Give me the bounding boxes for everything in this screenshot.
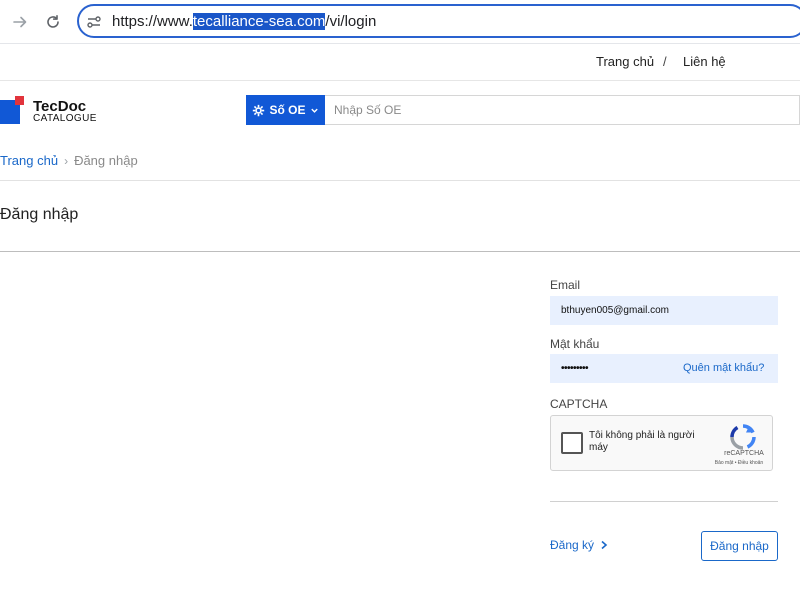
captcha-terms[interactable]: Bảo mật • Điều khoản xyxy=(706,460,772,466)
captcha-brand: reCAPTCHA xyxy=(724,450,764,457)
oe-search-input[interactable] xyxy=(325,95,800,125)
captcha-text: Tôi không phải là người máy xyxy=(589,430,695,453)
url-domain-selected: tecalliance-sea.com xyxy=(192,13,326,30)
register-label: Đăng ký xyxy=(550,538,595,552)
gear-icon xyxy=(253,104,265,116)
topnav-contact-link[interactable]: Liên hệ xyxy=(683,54,726,69)
email-field[interactable] xyxy=(550,296,778,325)
chevron-down-icon xyxy=(310,108,318,113)
top-navigation: Trang chủ / Liên hệ xyxy=(0,44,800,81)
password-label: Mật khẩu xyxy=(550,337,600,351)
breadcrumb-current: Đăng nhập xyxy=(74,153,138,168)
password-masked-value: ••••••••• xyxy=(561,363,589,374)
url-path: /vi/login xyxy=(325,13,377,30)
email-label: Email xyxy=(550,278,581,292)
recaptcha-widget: Tôi không phải là người máy reCAPTCHA Bả… xyxy=(550,415,773,471)
divider xyxy=(0,251,800,252)
divider xyxy=(550,501,778,502)
breadcrumb-home-link[interactable]: Trang chủ xyxy=(0,153,58,168)
captcha-checkbox[interactable] xyxy=(561,432,583,454)
login-button[interactable]: Đăng nhập xyxy=(701,531,778,561)
reload-icon[interactable] xyxy=(39,8,67,36)
forgot-password-link[interactable]: Quên mật khẩu? xyxy=(683,362,764,374)
recaptcha-icon xyxy=(729,423,757,451)
captcha-label: CAPTCHA xyxy=(550,397,608,411)
register-link[interactable]: Đăng ký xyxy=(550,538,608,552)
breadcrumb: Trang chủ › Đăng nhập xyxy=(0,153,138,168)
breadcrumb-separator: › xyxy=(64,154,69,168)
site-info-icon[interactable] xyxy=(85,13,103,31)
tecdoc-logo-icon[interactable] xyxy=(0,96,24,124)
topnav-home-link[interactable]: Trang chủ xyxy=(596,54,654,69)
chevron-right-icon xyxy=(601,540,608,550)
page-title: Đăng nhập xyxy=(0,206,79,223)
divider xyxy=(0,180,800,181)
browser-toolbar: https://www.tecalliance-sea.com/vi/login xyxy=(0,0,800,44)
topnav-separator: / xyxy=(663,54,667,69)
forward-icon[interactable] xyxy=(6,8,34,36)
oe-button-label: Số OE xyxy=(269,103,306,117)
url-prefix: https://www. xyxy=(112,13,193,30)
oe-number-dropdown-button[interactable]: Số OE xyxy=(246,95,325,125)
address-bar[interactable]: https://www.tecalliance-sea.com/vi/login xyxy=(77,4,800,38)
logo-subtitle[interactable]: CATALOGUE xyxy=(33,113,97,124)
url-text[interactable]: https://www.tecalliance-sea.com/vi/login xyxy=(112,13,376,30)
